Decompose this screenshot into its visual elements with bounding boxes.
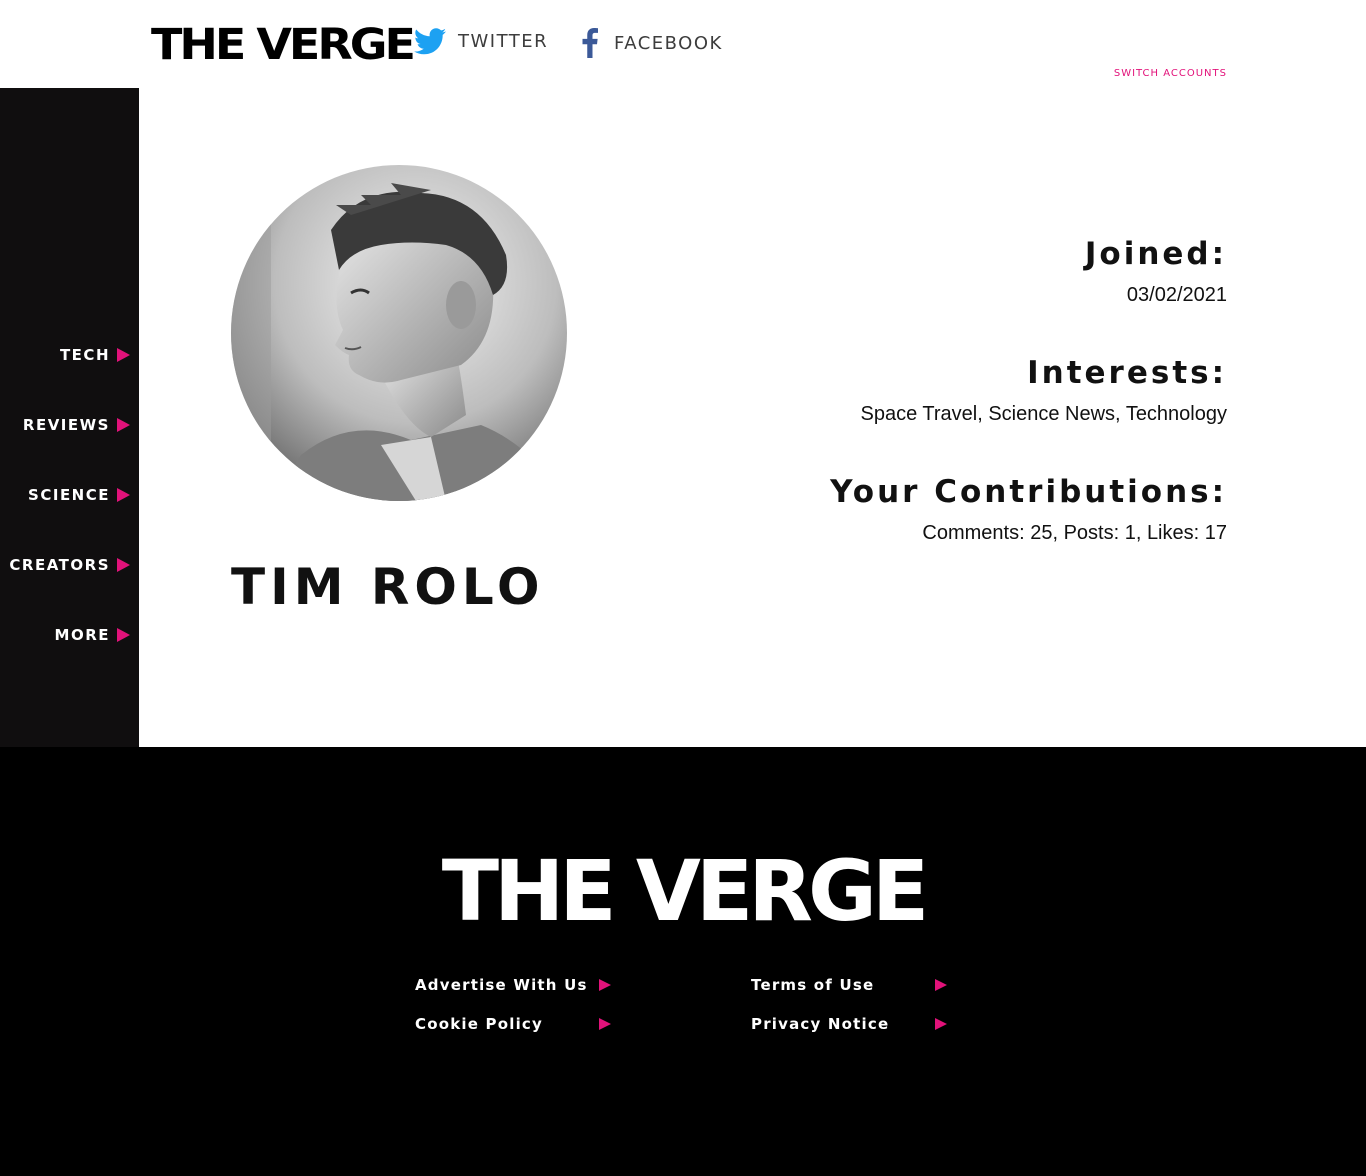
- contributions-heading: Your Contributions:: [830, 474, 1227, 510]
- sidebar-item-label: TECH: [59, 346, 110, 364]
- joined-section: Joined: 03/02/2021: [1085, 236, 1227, 307]
- sidebar-item-reviews[interactable]: REVIEWS: [23, 416, 130, 434]
- footer-link-label: Privacy Notice: [751, 1015, 890, 1033]
- play-arrow-icon: [599, 1018, 611, 1030]
- play-arrow-icon: [935, 1018, 947, 1030]
- play-arrow-icon: [599, 979, 611, 991]
- sidebar-item-creators[interactable]: CREATORS: [9, 556, 130, 574]
- sidebar-item-science[interactable]: SCIENCE: [28, 486, 130, 504]
- facebook-icon: [582, 28, 598, 58]
- sidebar-item-label: REVIEWS: [22, 416, 110, 434]
- twitter-login-button[interactable]: TWITTER: [414, 28, 548, 55]
- contributions-value: Comments: 25, Posts: 1, Likes: 17: [922, 522, 1227, 544]
- avatar: [231, 165, 567, 501]
- play-arrow-icon: [117, 628, 130, 642]
- interests-value: Space Travel, Science News, Technology: [860, 403, 1228, 425]
- play-arrow-icon: [117, 348, 130, 362]
- interests-section: Interests: Space Travel, Science News, T…: [861, 355, 1228, 426]
- advertise-link[interactable]: Advertise With Us: [415, 976, 611, 994]
- footer: THE VERGE Advertise With Us Terms of Use…: [0, 747, 1366, 1176]
- switch-accounts-link[interactable]: SWITCH ACCOUNTS: [1114, 68, 1227, 79]
- privacy-notice-link[interactable]: Privacy Notice: [751, 1015, 947, 1033]
- footer-logo[interactable]: THE VERGE: [441, 849, 930, 933]
- joined-heading: Joined:: [1084, 236, 1227, 272]
- profile-name: TIM ROLO: [231, 558, 545, 616]
- joined-value: 03/02/2021: [1126, 284, 1227, 306]
- interests-heading: Interests:: [1027, 355, 1227, 391]
- play-arrow-icon: [117, 418, 130, 432]
- twitter-label: TWITTER: [458, 31, 549, 52]
- cookie-policy-link[interactable]: Cookie Policy: [415, 1015, 611, 1033]
- footer-link-label: Advertise With Us: [415, 976, 588, 994]
- sidebar-item-label: SCIENCE: [28, 486, 110, 504]
- footer-link-label: Cookie Policy: [415, 1015, 543, 1033]
- profile-main: TIM ROLO Joined: 03/02/2021 Interests: S…: [139, 88, 1366, 747]
- sidebar-item-label: CREATORS: [9, 556, 110, 574]
- sidebar-item-tech[interactable]: TECH: [60, 346, 130, 364]
- sidebar: TECH REVIEWS SCIENCE CREATORS MORE: [0, 88, 139, 747]
- facebook-login-button[interactable]: FACEBOOK: [578, 28, 723, 58]
- contributions-section: Your Contributions: Comments: 25, Posts:…: [830, 474, 1227, 545]
- play-arrow-icon: [117, 558, 130, 572]
- terms-link[interactable]: Terms of Use: [751, 976, 947, 994]
- sidebar-item-more[interactable]: MORE: [55, 626, 130, 644]
- play-arrow-icon: [117, 488, 130, 502]
- footer-link-label: Terms of Use: [751, 976, 875, 994]
- header: THE VERGE TWITTER FACEBOOK SWITCH ACCOUN…: [0, 0, 1366, 88]
- verge-logo[interactable]: THE VERGE: [151, 23, 416, 65]
- facebook-label: FACEBOOK: [614, 32, 723, 54]
- twitter-icon: [414, 28, 446, 55]
- sidebar-item-label: MORE: [54, 626, 110, 644]
- play-arrow-icon: [935, 979, 947, 991]
